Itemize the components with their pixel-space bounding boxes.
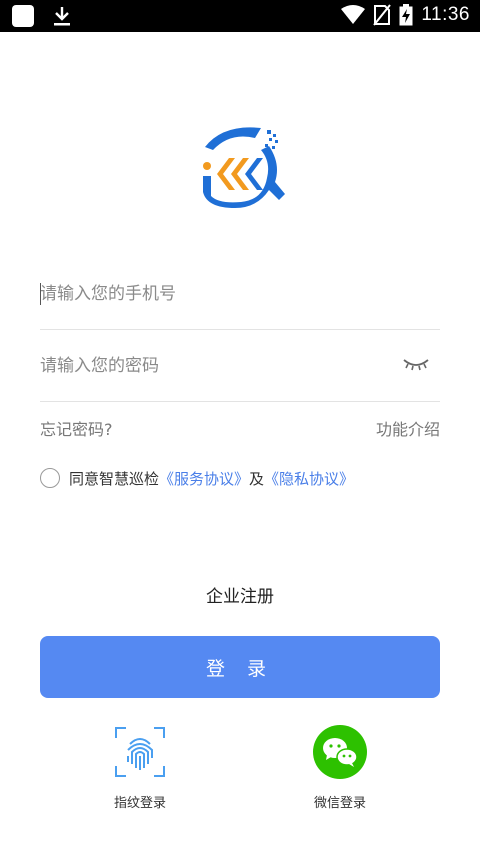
password-input[interactable]	[40, 330, 380, 401]
agreement-prefix: 同意智慧巡检	[69, 469, 160, 488]
fingerprint-login-label: 指纹登录	[113, 796, 166, 811]
wifi-icon	[341, 5, 366, 24]
logo-dots	[265, 130, 278, 149]
status-bar-right: 11:36	[341, 4, 470, 26]
text-caret	[40, 283, 41, 305]
service-agreement-link[interactable]: 《服务协议》	[159, 468, 249, 489]
status-bar: 11:36	[0, 0, 480, 32]
app-icon	[12, 5, 34, 27]
phone-field[interactable]	[40, 258, 440, 330]
download-icon	[54, 7, 70, 26]
forgot-password-link[interactable]: 忘记密码?	[40, 416, 113, 440]
fingerprint-login[interactable]: 指纹登录	[80, 724, 200, 811]
battery-charging-icon	[399, 4, 413, 26]
auth-links: 忘记密码? 功能介绍	[40, 416, 440, 442]
password-field[interactable]	[40, 330, 440, 402]
status-time: 11:36	[421, 4, 470, 25]
status-bar-left	[12, 5, 72, 27]
agreement-row: 同意智慧巡检 《服务协议》 及 《隐私协议》	[40, 466, 354, 490]
wechat-login[interactable]: 微信登录	[280, 724, 400, 811]
eye-closed-icon[interactable]	[402, 354, 430, 374]
features-link[interactable]: 功能介绍	[376, 416, 440, 440]
wechat-icon[interactable]	[312, 724, 368, 780]
login-button[interactable]: 登 录	[40, 636, 440, 698]
agreement-and: 及	[249, 469, 265, 488]
wechat-login-label: 微信登录	[313, 796, 366, 811]
agreement-checkbox[interactable]	[40, 468, 60, 488]
privacy-agreement-link[interactable]: 《隐私协议》	[264, 468, 354, 489]
enterprise-register-link[interactable]: 企业注册	[0, 582, 480, 607]
fingerprint-icon[interactable]	[112, 724, 168, 780]
phone-input[interactable]	[40, 258, 380, 329]
app-logo	[203, 127, 285, 208]
no-sim-icon	[373, 4, 392, 26]
